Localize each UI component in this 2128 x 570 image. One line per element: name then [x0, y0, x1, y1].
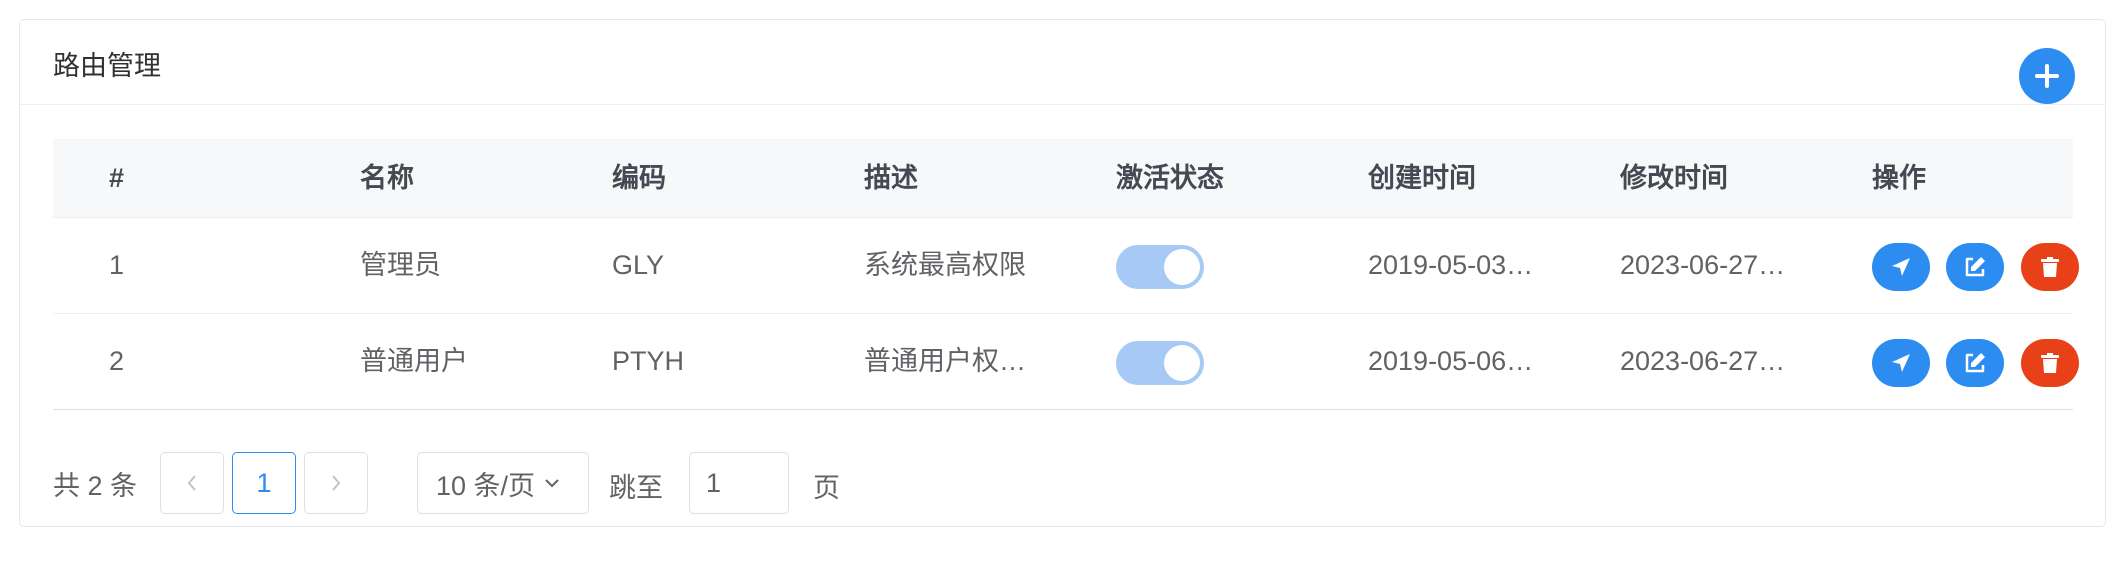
column-header-description: 描述 [864, 163, 918, 193]
column-header-name: 名称 [360, 163, 414, 193]
jump-page-input[interactable]: 1 [689, 452, 789, 514]
switch-knob [1164, 249, 1200, 285]
cell-name: 管理员 [360, 250, 441, 280]
edit-button[interactable] [1946, 243, 2004, 291]
cell-created-time: 2019-05-06… [1368, 346, 1534, 376]
active-status-switch[interactable] [1116, 341, 1204, 385]
column-header-created-time: 创建时间 [1368, 163, 1476, 193]
chevron-right-icon [332, 475, 341, 491]
edit-icon [1965, 257, 1985, 277]
cell-index: 1 [109, 250, 125, 280]
location-arrow-icon [1892, 258, 1910, 276]
jump-label: 跳至 [609, 473, 663, 503]
page-suffix-label: 页 [813, 473, 840, 503]
cell-code: GLY [612, 250, 665, 280]
routes-table: # 名称 编码 描述 激活状态 创建时间 修改时间 操作 1 管理员 GLY 系… [53, 139, 2079, 410]
cell-description: 普通用户权… [864, 346, 1026, 376]
cell-created-time: 2019-05-03… [1368, 250, 1534, 280]
delete-button[interactable] [2021, 243, 2079, 291]
prev-page-button[interactable] [160, 452, 224, 514]
delete-button[interactable] [2021, 339, 2079, 387]
edit-button[interactable] [1946, 339, 2004, 387]
add-route-button[interactable] [2019, 48, 2075, 104]
card-header: 路由管理 [20, 20, 2105, 105]
cell-code: PTYH [612, 346, 685, 376]
edit-icon [1965, 353, 1985, 373]
page-size-select[interactable]: 10 条/页 [417, 452, 589, 514]
chevron-left-icon [187, 475, 196, 491]
switch-knob [1164, 345, 1200, 381]
page-title: 路由管理 [53, 51, 161, 81]
next-page-button[interactable] [304, 452, 368, 514]
column-header-active-status: 激活状态 [1116, 163, 1224, 193]
pagination: 共 2 条 1 10 条/页 跳至 1 页 [53, 452, 1253, 516]
pagination-total: 共 2 条 [53, 471, 138, 501]
column-header-code: 编码 [612, 163, 666, 193]
cell-description: 系统最高权限 [864, 250, 1026, 280]
page-size-value: 10 条/页 [436, 470, 536, 501]
column-header-actions: 操作 [1872, 163, 1926, 193]
table-row: 2 普通用户 PTYH 普通用户权… 2019-05-06… 2023-06-2… [53, 314, 2079, 410]
table-header: # 名称 编码 描述 激活状态 创建时间 修改时间 操作 [53, 139, 2073, 218]
navigate-button[interactable] [1872, 243, 1930, 291]
cell-name: 普通用户 [360, 346, 468, 376]
table-row: 1 管理员 GLY 系统最高权限 2019-05-03… 2023-06-27… [53, 218, 2079, 314]
plus-icon [2035, 64, 2059, 88]
page-number-1[interactable]: 1 [232, 452, 296, 514]
column-header-index: # [109, 163, 125, 193]
cell-modified-time: 2023-06-27… [1620, 346, 1786, 376]
navigate-button[interactable] [1872, 339, 1930, 387]
column-header-modified-time: 修改时间 [1620, 163, 1728, 193]
chevron-down-icon [545, 479, 559, 488]
trash-icon [2041, 353, 2059, 373]
location-arrow-icon [1892, 354, 1910, 372]
routes-card: 路由管理 # 名称 编码 描述 激活状态 创建时间 修改时间 操作 1 管理员 … [19, 19, 2106, 527]
cell-index: 2 [109, 346, 125, 376]
cell-modified-time: 2023-06-27… [1620, 250, 1786, 280]
active-status-switch[interactable] [1116, 245, 1204, 289]
trash-icon [2041, 257, 2059, 277]
